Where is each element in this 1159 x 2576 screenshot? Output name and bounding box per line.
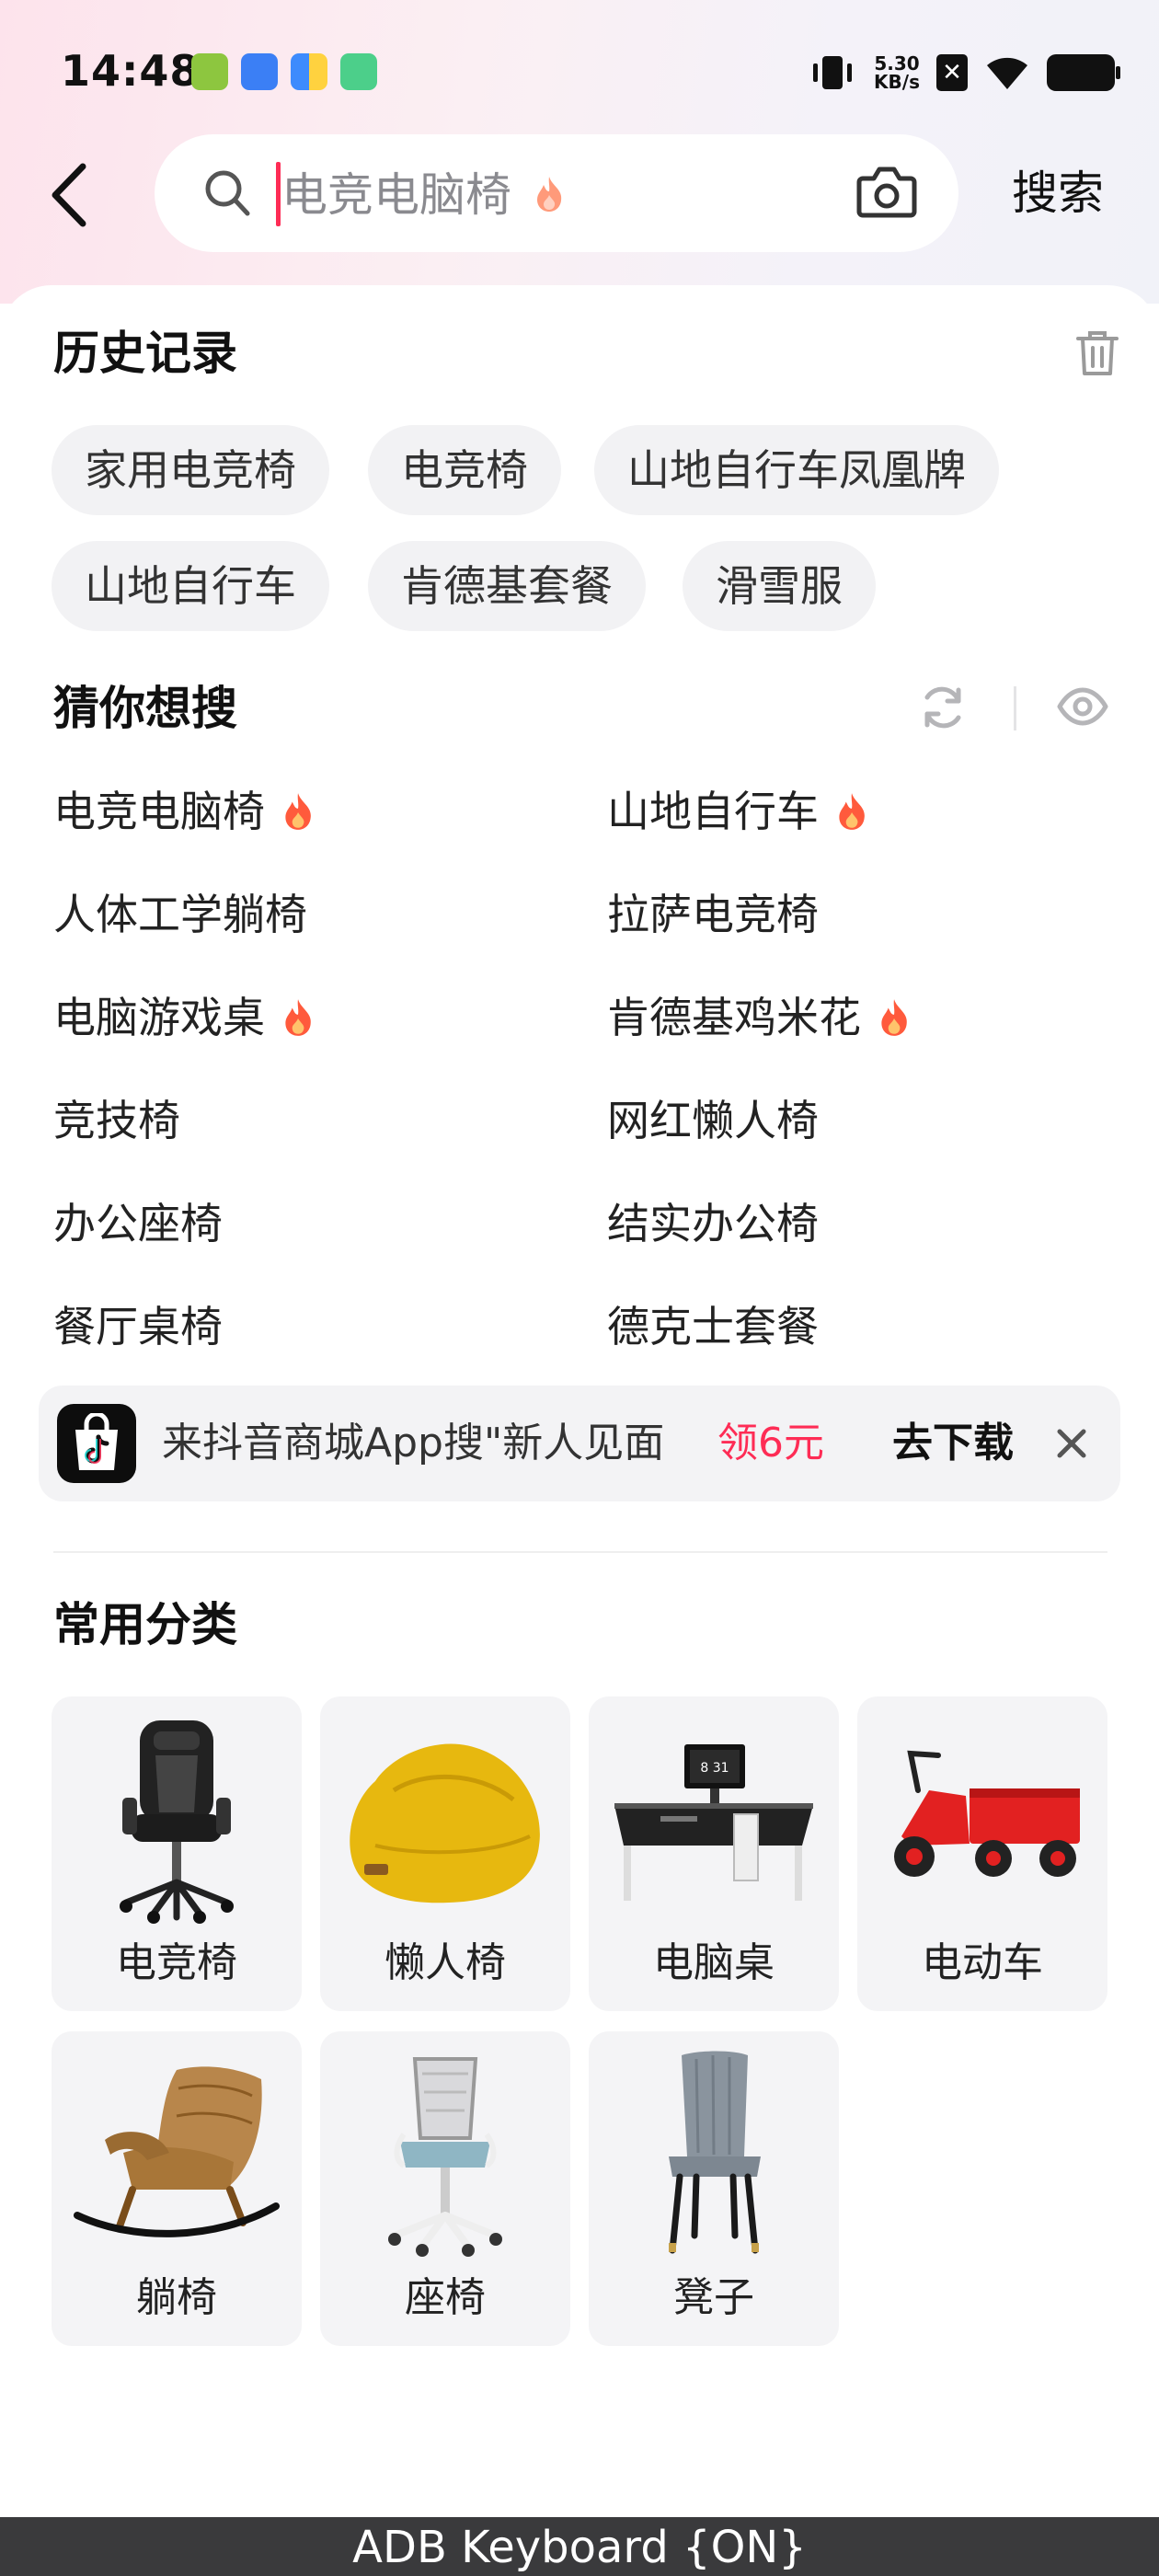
fire-icon — [281, 791, 315, 832]
keyboard-status-text: ADB Keyboard {ON} — [352, 2522, 807, 2573]
guess-item-label: 结实办公椅 — [607, 1199, 819, 1248]
refresh-icon[interactable] — [918, 683, 968, 732]
category-label: 凳子 — [673, 2274, 754, 2321]
category-card-electric-vehicle[interactable]: 电动车 — [857, 1696, 1107, 2011]
history-chip[interactable]: 滑雪服 — [683, 541, 876, 631]
camera-icon[interactable] — [855, 162, 918, 221]
history-chip[interactable]: 电竞椅 — [368, 425, 561, 515]
gaming-chair-image — [66, 1709, 287, 1926]
guess-item-label: 拉萨电竞椅 — [607, 890, 819, 939]
guess-item[interactable]: 结实办公椅 — [607, 1196, 819, 1251]
category-card-gaming-chair[interactable]: 电竞椅 — [52, 1696, 302, 2011]
guess-item[interactable]: 德克士套餐 — [607, 1299, 819, 1354]
guess-item-label: 网红懒人椅 — [607, 1096, 819, 1145]
search-query-text: 电竞电脑椅 — [281, 168, 511, 222]
banner-text: 来抖音商城App搜"新人见面 — [162, 1420, 665, 1466]
category-label: 电动车 — [922, 1939, 1043, 1986]
category-label: 懒人椅 — [384, 1939, 506, 1986]
category-label: 电竞椅 — [116, 1939, 237, 1986]
history-chip[interactable]: 山地自行车 — [52, 541, 329, 631]
guess-item-label: 餐厅桌椅 — [53, 1302, 223, 1351]
guess-item-label: 电竞电脑椅 — [53, 787, 265, 836]
electric-tricycle-image — [872, 1709, 1093, 1926]
history-chip[interactable]: 家用电竞椅 — [52, 425, 329, 515]
history-title: 历史记录 — [53, 327, 237, 380]
guess-item[interactable]: 肯德基鸡米花 — [607, 990, 911, 1045]
vibrate-icon — [813, 56, 853, 89]
category-label: 躺椅 — [136, 2274, 217, 2321]
fire-icon — [835, 791, 868, 832]
guess-item-label: 德克士套餐 — [607, 1302, 819, 1351]
close-icon[interactable] — [1056, 1428, 1087, 1459]
guess-item[interactable]: 拉萨电竞椅 — [607, 887, 819, 942]
computer-desk-image: 8 31 — [603, 1709, 824, 1926]
guess-item[interactable]: 电竞电脑椅 — [53, 784, 315, 839]
category-label: 电脑桌 — [653, 1939, 775, 1986]
guess-title: 猜你想搜 — [53, 682, 237, 735]
search-submit-button[interactable]: 搜索 — [1012, 166, 1104, 221]
guess-item[interactable]: 办公座椅 — [53, 1196, 223, 1251]
guess-item[interactable]: 网红懒人椅 — [607, 1093, 819, 1148]
chevron-left-icon — [52, 163, 86, 227]
bean-bag-image — [335, 1709, 556, 1926]
guess-item-label: 山地自行车 — [607, 787, 819, 836]
douyin-mall-logo — [57, 1404, 136, 1483]
category-card-stool[interactable]: 凳子 — [589, 2031, 839, 2346]
dining-chair-image — [603, 2044, 824, 2261]
guess-item[interactable]: 竞技椅 — [53, 1093, 180, 1148]
category-card-recliner[interactable]: 躺椅 — [52, 2031, 302, 2346]
guess-item-label: 肯德基鸡米花 — [607, 993, 861, 1042]
guess-item-label: 竞技椅 — [53, 1096, 180, 1145]
section-divider — [53, 1551, 1107, 1553]
category-card-bean-bag[interactable]: 懒人椅 — [320, 1696, 570, 2011]
category-card-seat[interactable]: 座椅 — [320, 2031, 570, 2346]
guess-item[interactable]: 电脑游戏桌 — [53, 990, 315, 1045]
no-sim-icon: ✕ — [936, 54, 968, 91]
search-icon — [205, 170, 250, 216]
guess-item-label: 办公座椅 — [53, 1199, 223, 1248]
guess-item[interactable]: 人体工学躺椅 — [53, 887, 307, 942]
guess-item-label: 电脑游戏桌 — [53, 993, 265, 1042]
banner-reward: 领6元 — [717, 1420, 824, 1466]
guess-item-label: 人体工学躺椅 — [53, 890, 307, 939]
history-chip[interactable]: 肯德基套餐 — [368, 541, 646, 631]
search-input[interactable]: 电竞电脑椅 — [155, 134, 958, 252]
download-button[interactable]: 去下载 — [892, 1416, 1014, 1471]
notification-app-icon — [241, 53, 278, 90]
categories-title: 常用分类 — [53, 1598, 237, 1651]
office-chair-image — [335, 2044, 556, 2261]
notification-app-icon — [291, 53, 327, 90]
fire-icon — [537, 177, 562, 212]
history-chip[interactable]: 山地自行车凤凰牌 — [594, 425, 999, 515]
guess-item[interactable]: 餐厅桌椅 — [53, 1299, 223, 1354]
category-label: 座椅 — [405, 2274, 486, 2321]
network-speed: 5.30 KB/s — [874, 52, 920, 93]
battery-icon — [1047, 54, 1120, 91]
notification-app-icon — [340, 53, 377, 90]
status-time: 14:48 — [61, 46, 201, 96]
fire-icon — [281, 997, 315, 1038]
category-card-computer-desk[interactable]: 8 31 电脑桌 — [589, 1696, 839, 2011]
wifi-icon — [987, 57, 1027, 89]
status-bar: 14:48 5.30 KB/s ✕ — [0, 0, 1159, 147]
text-cursor — [276, 162, 281, 226]
guess-item[interactable]: 山地自行车 — [607, 784, 868, 839]
divider — [1014, 686, 1016, 730]
trash-icon[interactable] — [1074, 329, 1120, 377]
rocking-chair-image — [66, 2044, 287, 2261]
download-banner[interactable]: 来抖音商城App搜"新人见面 领6元 去下载 — [39, 1386, 1120, 1501]
notification-app-icon — [191, 53, 228, 90]
svg-text:8 31: 8 31 — [700, 1761, 729, 1776]
eye-icon[interactable] — [1056, 686, 1109, 727]
fire-icon — [878, 997, 911, 1038]
back-button[interactable] — [48, 158, 103, 232]
